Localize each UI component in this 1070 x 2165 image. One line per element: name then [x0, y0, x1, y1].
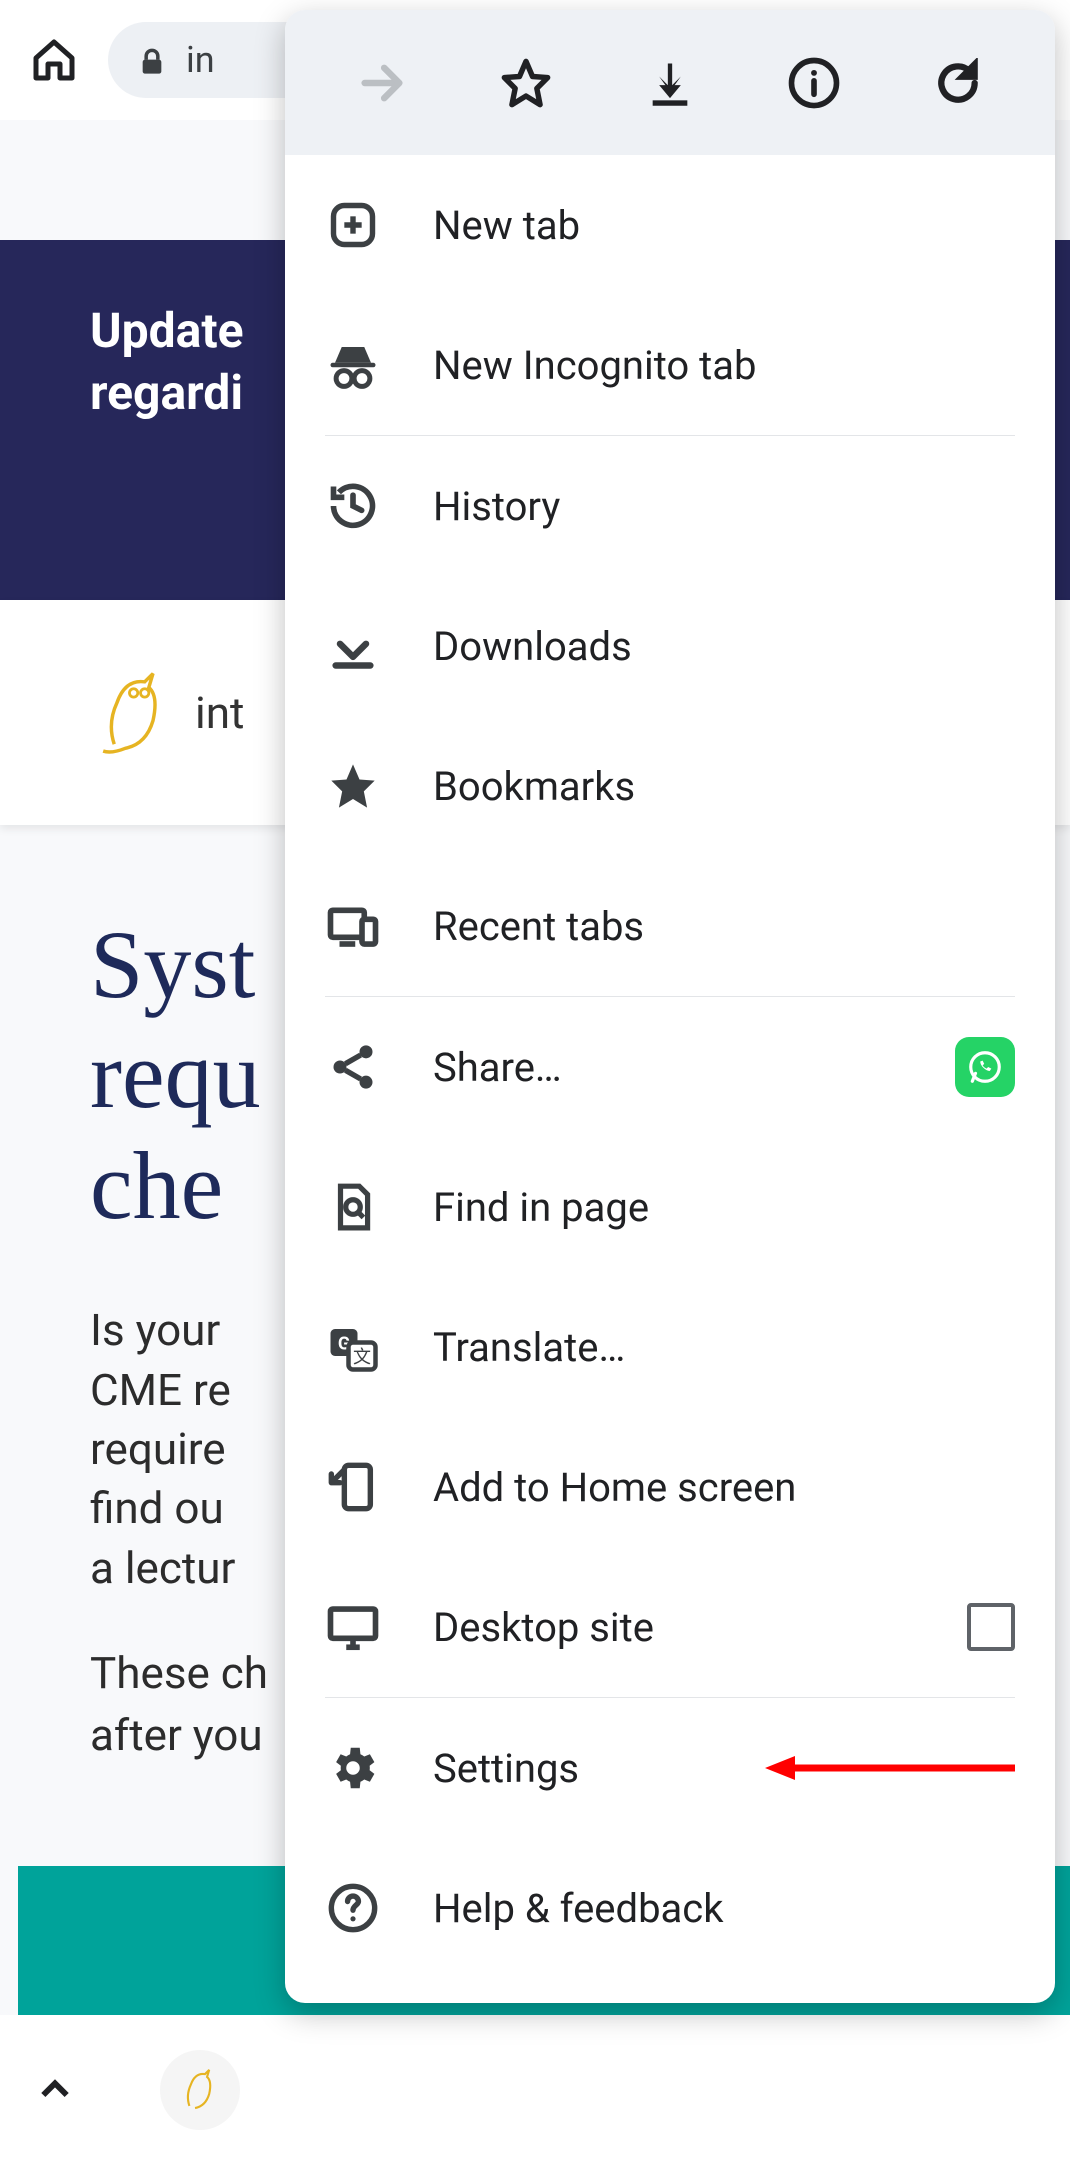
menu-item-label: New Incognito tab [433, 342, 1015, 389]
desktop-site-checkbox[interactable] [967, 1603, 1015, 1651]
menu-new-tab[interactable]: New tab [285, 155, 1055, 295]
reload-button[interactable] [928, 53, 988, 113]
menu-help-feedback[interactable]: Help & feedback [285, 1838, 1055, 1978]
menu-new-incognito-tab[interactable]: New Incognito tab [285, 295, 1055, 435]
menu-item-label: Find in page [433, 1184, 1015, 1231]
home-button[interactable] [30, 36, 78, 84]
chrome-menu: New tab New Incognito tab History Downlo… [285, 10, 1055, 2003]
lock-icon [138, 46, 166, 74]
menu-downloads[interactable]: Downloads [285, 576, 1055, 716]
incognito-icon [325, 337, 381, 393]
forward-button[interactable] [352, 53, 412, 113]
menu-toolbar [285, 10, 1055, 155]
menu-item-label: History [433, 483, 1015, 530]
url-text: in [186, 39, 215, 81]
desktop-icon [325, 1599, 381, 1655]
expand-icon[interactable] [35, 2070, 75, 2110]
share-icon [325, 1039, 381, 1095]
menu-history[interactable]: History [285, 436, 1055, 576]
brand-logo: int [100, 668, 244, 758]
menu-add-to-home-screen[interactable]: Add to Home screen [285, 1417, 1055, 1557]
menu-translate[interactable]: G文 Translate… [285, 1277, 1055, 1417]
info-button[interactable] [784, 53, 844, 113]
menu-item-label: Desktop site [433, 1604, 915, 1651]
menu-item-label: Downloads [433, 623, 1015, 670]
add-to-home-icon [325, 1459, 381, 1515]
menu-item-label: Translate… [433, 1324, 1015, 1371]
menu-item-label: Help & feedback [433, 1885, 1015, 1932]
bookmark-star-button[interactable] [496, 53, 556, 113]
history-icon [325, 478, 381, 534]
star-icon [325, 758, 381, 814]
site-chip[interactable] [160, 2050, 240, 2130]
menu-item-label: Settings [433, 1745, 1015, 1792]
find-in-page-icon [325, 1179, 381, 1235]
menu-item-label: Share… [433, 1044, 903, 1091]
menu-share[interactable]: Share… [285, 997, 1055, 1137]
download-button[interactable] [640, 53, 700, 113]
menu-find-in-page[interactable]: Find in page [285, 1137, 1055, 1277]
bottom-bar [0, 2015, 1070, 2165]
menu-recent-tabs[interactable]: Recent tabs [285, 856, 1055, 996]
menu-item-label: Recent tabs [433, 903, 1015, 950]
svg-text:文: 文 [353, 1347, 371, 1368]
menu-item-label: Bookmarks [433, 763, 1015, 810]
help-icon [325, 1880, 381, 1936]
gear-icon [325, 1740, 381, 1796]
menu-item-label: New tab [433, 202, 1015, 249]
menu-item-label: Add to Home screen [433, 1464, 1015, 1511]
whatsapp-icon[interactable] [955, 1037, 1015, 1097]
brand-text: int [195, 687, 244, 739]
plus-box-icon [325, 197, 381, 253]
translate-icon: G文 [325, 1319, 381, 1375]
downloads-icon [325, 618, 381, 674]
menu-desktop-site[interactable]: Desktop site [285, 1557, 1055, 1697]
menu-settings[interactable]: Settings [285, 1698, 1055, 1838]
devices-icon [325, 898, 381, 954]
menu-bookmarks[interactable]: Bookmarks [285, 716, 1055, 856]
